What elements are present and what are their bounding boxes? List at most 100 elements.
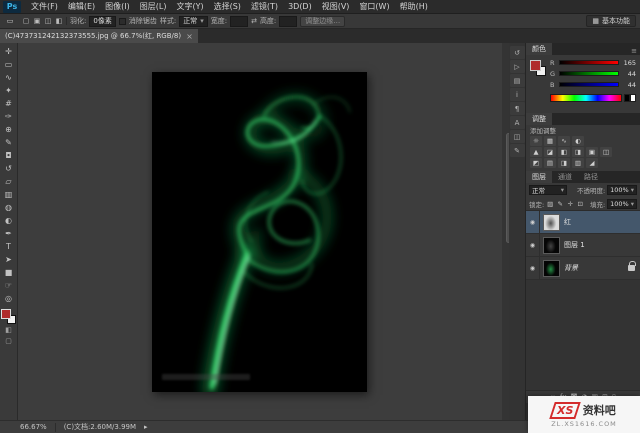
quick-selection-tool[interactable]: ✦ [0,84,17,97]
foreground-background-swatches[interactable] [1,309,16,324]
visibility-eye-icon[interactable]: ◉ [526,211,540,233]
invert-icon[interactable]: ◩ [530,158,542,168]
color-balance-icon[interactable]: ◧ [558,147,570,157]
layer-thumbnail[interactable] [543,214,560,231]
menu-3d[interactable]: 3D(D) [283,0,317,14]
notes-panel-icon[interactable]: ✎ [510,144,525,157]
info-panel-icon[interactable]: i [510,88,525,101]
menu-view[interactable]: 视图(V) [317,0,355,14]
menu-edit[interactable]: 编辑(E) [63,0,100,14]
document-tab[interactable]: (C)473731242132373555.jpg @ 66.7%(红, RGB… [0,29,198,43]
menu-select[interactable]: 选择(S) [209,0,246,14]
swap-dimensions-icon[interactable]: ⇄ [251,17,257,25]
menu-filter[interactable]: 滤镜(T) [246,0,283,14]
antialias-checkbox[interactable] [119,18,126,25]
layer-row-background[interactable]: ◉ 背景 [526,257,640,280]
levels-icon[interactable]: ▦ [544,136,556,146]
type-tool[interactable]: T [0,240,17,253]
vertical-scrollbar[interactable] [502,43,509,420]
menu-help[interactable]: 帮助(H) [395,0,433,14]
foreground-swatch[interactable] [530,60,541,71]
rectangular-marquee-tool[interactable]: ▭ [0,58,17,71]
zoom-tool[interactable]: ◎ [0,292,17,305]
eyedropper-tool[interactable]: ✑ [0,110,17,123]
tab-paths[interactable]: 路径 [578,171,604,183]
layer-name[interactable]: 红 [564,217,640,227]
layer-name[interactable]: 背景 [564,263,628,273]
shape-tool[interactable]: ■ [0,266,17,279]
canvas-area[interactable] [18,43,509,420]
threshold-icon[interactable]: ◨ [558,158,570,168]
blend-mode-dropdown[interactable]: 正常 ▾ [529,185,567,195]
red-value[interactable]: 165 [622,59,636,67]
clone-stamp-tool[interactable]: ◘ [0,149,17,162]
gradient-map-icon[interactable]: ▥ [572,158,584,168]
hue-saturation-icon[interactable]: ◪ [544,147,556,157]
pen-tool[interactable]: ✒ [0,227,17,240]
close-icon[interactable]: × [186,32,193,41]
refine-edge-button[interactable]: 调整边缘… [300,16,345,27]
hand-tool[interactable]: ☞ [0,279,17,292]
document-image[interactable] [152,72,367,392]
fill-input[interactable]: 100% ▾ [607,199,637,209]
posterize-icon[interactable]: ▤ [544,158,556,168]
layer-thumbnail[interactable] [543,237,560,254]
subtract-selection-icon[interactable]: ◫ [43,17,53,25]
tab-color[interactable]: 颜色 [526,43,552,55]
screen-mode-icon[interactable]: ▢ [0,335,17,346]
menu-type[interactable]: 文字(Y) [171,0,208,14]
dodge-tool[interactable]: ◐ [0,214,17,227]
width-input[interactable] [230,16,248,27]
red-slider[interactable] [559,60,619,65]
green-slider[interactable] [559,71,619,76]
spot-healing-tool[interactable]: ⊕ [0,123,17,136]
brush-tool[interactable]: ✎ [0,136,17,149]
intersect-selection-icon[interactable]: ◧ [54,17,64,25]
properties-panel-icon[interactable]: ▤ [510,74,525,87]
photo-filter-icon[interactable]: ▣ [586,147,598,157]
menu-image[interactable]: 图像(I) [100,0,135,14]
quick-mask-icon[interactable]: ◧ [0,324,17,335]
curves-icon[interactable]: ∿ [558,136,570,146]
brightness-contrast-icon[interactable]: ☼ [530,136,542,146]
clone-source-panel-icon[interactable]: ◫ [510,130,525,143]
gradient-tool[interactable]: ▥ [0,188,17,201]
blur-tool[interactable]: ◍ [0,201,17,214]
lock-position-icon[interactable]: ✛ [566,200,574,208]
opacity-input[interactable]: 100% ▾ [607,185,637,195]
foreground-color-swatch[interactable] [1,309,11,319]
tab-channels[interactable]: 通道 [552,171,578,183]
actions-panel-icon[interactable]: ▷ [510,60,525,73]
history-brush-tool[interactable]: ↺ [0,162,17,175]
color-spectrum-ramp[interactable] [550,94,622,102]
selective-color-icon[interactable]: ◢ [586,158,598,168]
lasso-tool[interactable]: ∿ [0,71,17,84]
black-white-icon[interactable]: ◨ [572,147,584,157]
tab-adjustments[interactable]: 调整 [526,113,552,125]
document-size-info[interactable]: (C)文档:2.60M/3.99M [64,422,136,432]
paragraph-panel-icon[interactable]: ¶ [510,102,525,115]
color-swatch-pair[interactable] [530,60,546,76]
eraser-tool[interactable]: ▱ [0,175,17,188]
feather-input[interactable]: 0像素 [89,16,115,27]
new-selection-icon[interactable]: ▢ [21,17,31,25]
workspace-switcher-button[interactable]: ▦ 基本功能 [586,15,636,27]
blue-value[interactable]: 44 [622,81,636,89]
menu-layer[interactable]: 图层(L) [135,0,172,14]
lock-transparency-icon[interactable]: ▨ [546,200,554,208]
height-input[interactable] [279,16,297,27]
menu-file[interactable]: 文件(F) [26,0,63,14]
status-options-arrow-icon[interactable]: ▸ [144,423,148,431]
crop-tool[interactable]: # [0,97,17,110]
panel-menu-icon[interactable]: ≡ [631,47,637,55]
lock-all-icon[interactable]: ⊡ [576,200,584,208]
layer-row-red[interactable]: ◉ 红 [526,211,640,234]
black-white-swatches[interactable] [624,94,636,102]
zoom-level-field[interactable]: 66.67% [20,423,47,431]
history-panel-icon[interactable]: ↺ [510,46,525,59]
tab-layers[interactable]: 图层 [526,171,552,183]
lock-pixels-icon[interactable]: ✎ [556,200,564,208]
exposure-icon[interactable]: ◐ [572,136,584,146]
visibility-eye-icon[interactable]: ◉ [526,234,540,256]
visibility-eye-icon[interactable]: ◉ [526,257,540,279]
